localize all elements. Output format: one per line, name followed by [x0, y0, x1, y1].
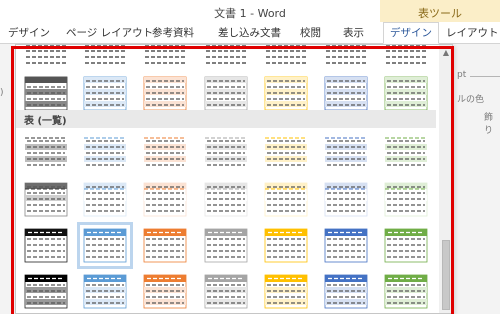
- pen-color-label: ルの色: [457, 95, 485, 105]
- tab-table-design[interactable]: デザイン: [383, 22, 439, 44]
- ribbon-tabs: デザイン ページ レイアウト 参考資料 差し込み文書 校閲 表示 デザイン レイ…: [0, 22, 500, 44]
- left-edge-fragment: ): [0, 88, 4, 98]
- tab-references[interactable]: 参考資料: [152, 22, 194, 44]
- tab-page-layout[interactable]: ページ レイアウト: [66, 22, 153, 44]
- table-tools-label: 表ツール: [418, 7, 462, 20]
- table-tools-context-band: 表ツール: [380, 0, 500, 22]
- title-bar: 文書 1 - Word 表ツール: [0, 0, 500, 22]
- tab-table-layout[interactable]: レイアウト: [446, 22, 499, 44]
- border-label: 飾り: [484, 113, 494, 136]
- pen-weight-line: [470, 76, 500, 77]
- tab-design[interactable]: デザイン: [8, 22, 50, 44]
- pen-weight-label: pt: [457, 70, 467, 80]
- red-highlight-frame: [11, 46, 454, 314]
- tab-view[interactable]: 表示: [343, 22, 364, 44]
- tab-review[interactable]: 校閲: [300, 22, 321, 44]
- tab-mailings[interactable]: 差し込み文書: [218, 22, 281, 44]
